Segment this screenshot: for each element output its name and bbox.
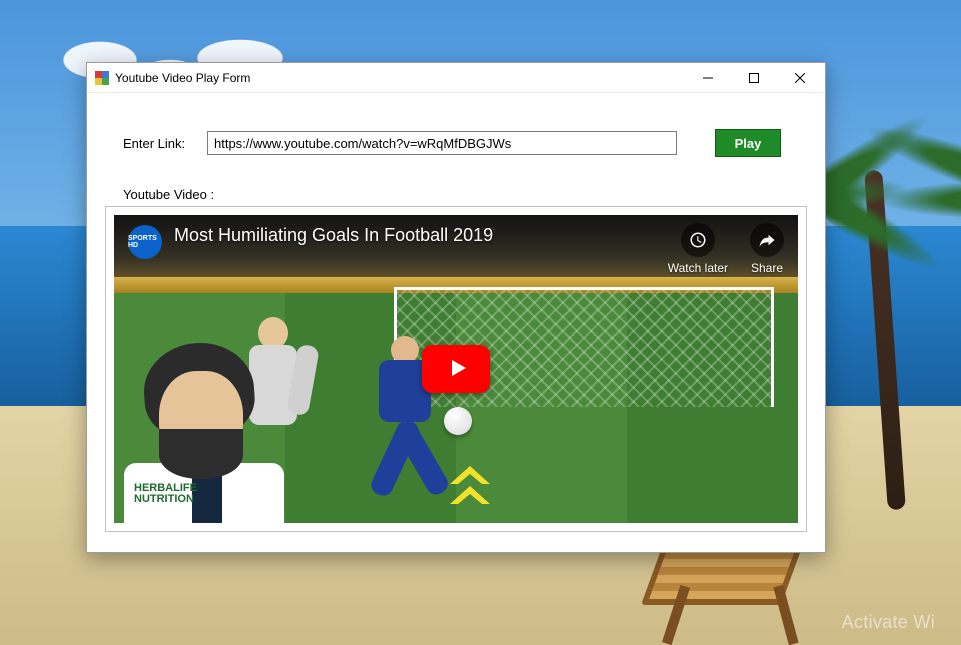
watch-later-button[interactable]: Watch later [668,223,728,275]
window-client-area: Enter Link: Play Youtube Video : [87,93,825,552]
app-icon [95,71,109,85]
clock-icon [681,223,715,257]
close-button[interactable] [777,63,823,93]
titlebar[interactable]: Youtube Video Play Form [87,63,825,93]
windows-activation-watermark: Activate Wi [842,613,935,633]
video-title[interactable]: Most Humiliating Goals In Football 2019 [174,225,493,246]
youtube-play-button[interactable] [422,345,490,393]
link-row: Enter Link: Play [123,129,807,157]
video-panel: HERBALIFE NUTRITION SPORTS HD Most Humil… [105,206,807,532]
maximize-button[interactable] [731,63,777,93]
window-controls [685,63,823,93]
jersey-text: HERBALIFE NUTRITION [134,483,197,505]
share-icon [750,223,784,257]
desktop-wallpaper-palm [821,80,941,510]
play-icon [442,356,470,383]
share-label: Share [751,261,783,275]
video-thumbnail-ball [444,407,472,435]
minimize-button[interactable] [685,63,731,93]
video-thumbnail-face: HERBALIFE NUTRITION [114,333,274,523]
watch-later-label: Watch later [668,261,728,275]
window-title: Youtube Video Play Form [115,71,250,85]
link-label: Enter Link: [123,136,193,151]
video-thumbnail-arrow-icon [442,448,498,511]
share-button[interactable]: Share [750,223,784,275]
youtube-player[interactable]: HERBALIFE NUTRITION SPORTS HD Most Humil… [114,215,798,523]
play-button[interactable]: Play [715,129,781,157]
channel-avatar[interactable]: SPORTS HD [128,225,162,259]
app-window: Youtube Video Play Form Enter Link: Play… [86,62,826,553]
link-input[interactable] [207,131,677,155]
video-section-label: Youtube Video : [123,187,807,202]
